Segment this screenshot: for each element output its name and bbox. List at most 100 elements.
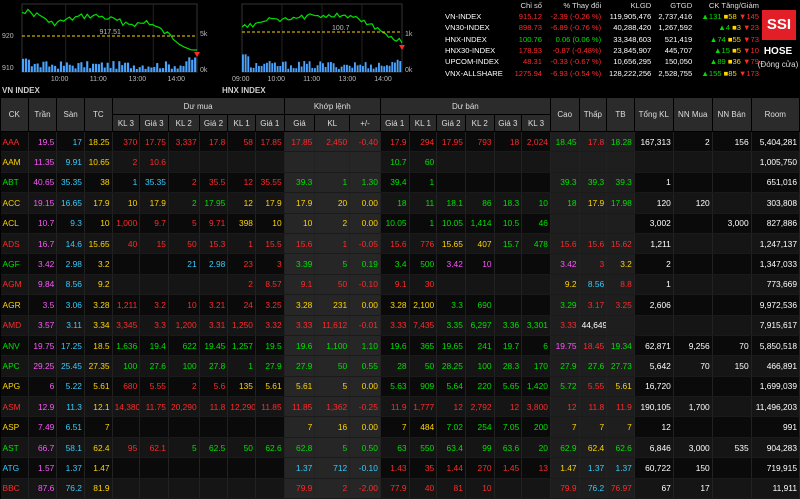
stock-symbol[interactable]: AMD — [0, 315, 29, 336]
stock-row[interactable]: AGR 3.5 3.06 3.28 1,211 3.2 10 3.21 24 3.25 3.28 23… — [0, 294, 800, 316]
stock-cell — [712, 376, 752, 398]
column-header[interactable]: Giá 1 — [254, 114, 285, 132]
advances-count: ▲89 — [709, 57, 728, 67]
group-header-sell[interactable]: Dư bán — [379, 97, 551, 115]
index-row[interactable]: HNX30-INDEX 178.93 -0.87 (-0.48%) 23,845,90… — [443, 45, 761, 56]
column-header[interactable]: Room — [750, 97, 800, 132]
stock-symbol[interactable]: AAA — [0, 131, 29, 153]
index-row[interactable]: HNX-INDEX 100.76 0.06 (0.06 %) 33,348,603 52… — [443, 34, 761, 45]
stock-row[interactable]: AMD 3.57 3.11 3.34 3,345 3.3 1,200 3.31 1,250 3.3… — [0, 315, 800, 336]
stock-cell: 3.2 — [606, 253, 635, 275]
column-header[interactable]: Giá 3 — [493, 114, 523, 132]
stock-row[interactable]: APC 29.25 25.45 27.35 100 27.6 100 27.8 1 27.9 27.… — [0, 355, 800, 377]
stock-cell: 19.7 — [494, 335, 523, 357]
stock-symbol[interactable]: ADS — [0, 233, 29, 255]
stock-cell: 60,722 — [634, 457, 674, 479]
stock-symbol[interactable]: ASP — [0, 416, 29, 438]
column-header[interactable]: NN Bán — [711, 97, 752, 132]
column-header[interactable]: Giá 2 — [198, 114, 229, 132]
stock-cell: 6 — [521, 335, 551, 357]
stock-symbol[interactable]: ACC — [0, 192, 29, 214]
stock-cell: 11.9 — [380, 396, 410, 418]
stock-cell: 17.9 — [139, 192, 169, 214]
column-header[interactable]: Trần — [27, 97, 58, 132]
stock-symbol[interactable]: ABT — [0, 172, 29, 194]
index-row[interactable]: UPCOM-INDEX 48.31 -0.33 (-0.67 %) 10,656,29… — [443, 56, 761, 67]
stock-symbol[interactable]: APG — [0, 376, 29, 398]
stock-row[interactable]: AAA 19.5 17 18.25 370 17.75 3,337 17.8 58 17.85 17… — [0, 131, 800, 153]
stock-symbol[interactable]: ACL — [0, 213, 29, 234]
column-header[interactable]: Giá — [283, 114, 316, 132]
column-header[interactable]: Giá 3 — [139, 114, 169, 132]
stock-symbol[interactable]: ANV — [0, 335, 29, 357]
stock-row[interactable]: APG 6 5.22 5.61 680 5.55 2 5.6 135 5.61 5.61 5 0.00 5… — [0, 376, 800, 398]
volume-bar — [359, 64, 362, 72]
column-header[interactable]: KL 2 — [167, 114, 200, 132]
stock-row[interactable]: ATG 1.57 1.37 1.47 1.37 712 -0.10 1.43 35 1.44 270… — [0, 457, 800, 479]
volume-bar — [153, 67, 156, 72]
stock-symbol[interactable]: AGF — [0, 253, 29, 275]
stock-cell — [465, 172, 495, 194]
stock-cell: 0.00 — [349, 294, 381, 316]
index-row[interactable]: VN30-INDEX 898.73 -6.89 (-0.76 %) 40,288,42… — [443, 22, 761, 33]
stock-row[interactable]: BBC 87.6 76.2 81.9 79.9 2 -2.00 77.9 40 81 10 79.9 7… — [0, 478, 800, 499]
column-header[interactable]: Thấp — [578, 97, 608, 132]
column-header[interactable]: KL 1 — [408, 114, 438, 132]
stock-cell: 11.85 — [255, 396, 285, 418]
stock-row[interactable]: ACL 10.7 9.3 10 1,000 9.7 5 9.71 398 10 10 2 0.00 10.… — [0, 213, 800, 234]
stock-cell: 0.00 — [349, 192, 381, 214]
column-header[interactable]: TB — [606, 97, 635, 132]
stock-cell: 11,612 — [314, 315, 351, 336]
column-header[interactable]: Cao — [549, 97, 580, 132]
column-header[interactable]: Tổng KL — [633, 97, 674, 132]
stock-symbol[interactable]: BBC — [0, 478, 29, 499]
stock-row[interactable]: ADS 16.7 14.6 15.65 40 15 50 15.3 1 15.5 15.6 1 -0.0… — [0, 233, 800, 255]
stock-cell: 62.4 — [579, 437, 608, 459]
stock-symbol[interactable]: APC — [0, 355, 29, 377]
volume-bar — [391, 61, 394, 72]
column-header[interactable]: KL 1 — [227, 114, 256, 132]
unchanged-count: ■36 — [727, 57, 744, 67]
group-header-match[interactable]: Khớp lệnh — [283, 97, 381, 115]
exchange-name: HOSE — [763, 46, 793, 57]
stock-cell — [112, 457, 141, 479]
stock-row[interactable]: AGF 3.42 2.98 3.2 21 2.98 23 3 3.39 5 0.19 3.4 500 3.… — [0, 253, 800, 275]
stock-symbol[interactable]: ATG — [0, 457, 29, 479]
column-header[interactable]: KL 3 — [111, 114, 141, 132]
stock-row[interactable]: ABT 40.65 35.35 38 1 35.35 2 35.5 12 35.55 39.3 1 1.… — [0, 172, 800, 194]
stock-row[interactable]: ASM 12.9 11.3 12.1 14,380 11.75 20,290 11.8 12,2… — [0, 396, 800, 418]
stock-cell — [606, 151, 635, 173]
stock-cell: 1,000 — [112, 213, 141, 234]
column-header[interactable]: KL 2 — [464, 114, 495, 132]
stock-symbol[interactable]: AAM — [0, 151, 29, 173]
column-header[interactable]: KL — [314, 114, 351, 132]
column-header[interactable]: TC — [83, 97, 113, 132]
volume-bar — [327, 62, 330, 72]
stock-row[interactable]: AST 66.7 58.1 62.4 95 62.1 5 62.5 50 62.6 62.8 5 0.5… — [0, 437, 800, 459]
column-header[interactable]: KL 3 — [521, 114, 551, 132]
column-header[interactable]: Giá 2 — [436, 114, 466, 132]
stock-cell: 5.64 — [436, 376, 466, 398]
stock-row[interactable]: ACC 19.15 16.65 17.9 10 17.9 2 17.95 12 17.9 17.9 2… — [0, 192, 800, 214]
group-header-buy[interactable]: Dư mua — [111, 97, 285, 115]
index-row[interactable]: VN-INDEX 915.12 -2.39 (-0.26 %) 119,905,476… — [443, 11, 761, 22]
column-header[interactable]: Giá 1 — [379, 114, 410, 132]
stock-cell: 5.63 — [380, 376, 410, 398]
stock-cell: 1,700 — [673, 396, 713, 418]
stock-symbol[interactable]: AGR — [0, 294, 29, 316]
stock-symbol[interactable]: ASM — [0, 396, 29, 418]
x-tick-label: 10:00 — [51, 76, 69, 83]
stock-symbol[interactable]: AST — [0, 437, 29, 459]
column-header[interactable]: NN Mua — [672, 97, 713, 132]
index-row[interactable]: VNX-ALLSHARE 1275.94 -6.93 (-0.54 %) 128,22… — [443, 67, 761, 78]
stock-row[interactable]: ANV 19.75 17.25 18.5 1,636 19.4 622 19.45 1,257 1… — [0, 335, 800, 357]
stock-cell: 7,915,617 — [751, 315, 800, 336]
column-header[interactable]: Sàn — [56, 97, 85, 132]
column-header[interactable]: CK — [0, 97, 29, 132]
stock-row[interactable]: ASP 7.49 6.51 7 7 16 0.00 7 484 7.02 254 7.05 200 7 7 7… — [0, 416, 800, 438]
stock-row[interactable]: AGM 9.84 8.56 9.2 2 8.57 9.1 50 -0.10 9.1 30 9.2 8.5… — [0, 274, 800, 296]
stock-row[interactable]: AAM 11.35 9.91 10.65 2 10.6 10.7 60 1,005,750 — [0, 151, 800, 173]
stock-symbol[interactable]: AGM — [0, 274, 29, 296]
stock-cell: 1.10 — [349, 335, 381, 357]
column-header[interactable]: +/- — [349, 114, 381, 132]
